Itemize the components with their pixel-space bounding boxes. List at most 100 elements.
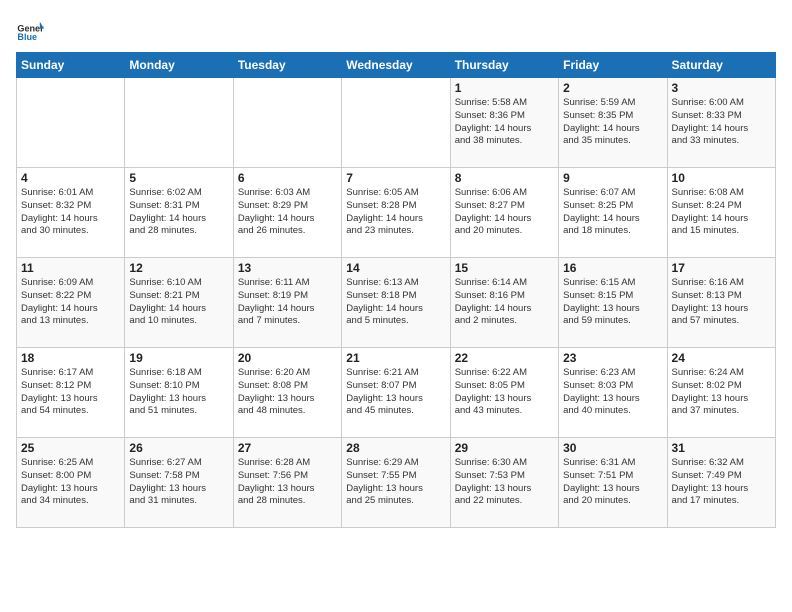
day-number: 31 [672, 441, 771, 455]
svg-text:Blue: Blue [17, 32, 37, 42]
day-info: Sunrise: 6:06 AM Sunset: 8:27 PM Dayligh… [455, 187, 554, 238]
calendar-cell: 21 Sunrise: 6:21 AM Sunset: 8:07 PM Dayli… [342, 348, 450, 438]
day-info: Sunrise: 6:32 AM Sunset: 7:49 PM Dayligh… [672, 457, 771, 508]
day-number: 21 [346, 351, 445, 365]
day-header-sunday: Sunday [17, 53, 125, 78]
day-info: Sunrise: 6:23 AM Sunset: 8:03 PM Dayligh… [563, 367, 662, 418]
day-number: 18 [21, 351, 120, 365]
day-number: 24 [672, 351, 771, 365]
day-number: 13 [238, 261, 337, 275]
calendar-cell: 28 Sunrise: 6:29 AM Sunset: 7:55 PM Dayli… [342, 438, 450, 528]
calendar-cell: 16 Sunrise: 6:15 AM Sunset: 8:15 PM Dayli… [559, 258, 667, 348]
day-number: 6 [238, 171, 337, 185]
day-number: 12 [129, 261, 228, 275]
calendar-cell: 26Sunrise: 6:27 AM Sunset: 7:58 PM Dayli… [125, 438, 233, 528]
calendar-cell: 24 Sunrise: 6:24 AM Sunset: 8:02 PM Dayli… [667, 348, 775, 438]
week-row-5: 25 Sunrise: 6:25 AM Sunset: 8:00 PM Dayli… [17, 438, 776, 528]
day-info: Sunrise: 6:05 AM Sunset: 8:28 PM Dayligh… [346, 187, 445, 238]
week-row-2: 4 Sunrise: 6:01 AM Sunset: 8:32 PM Daylig… [17, 168, 776, 258]
calendar-cell: 12 Sunrise: 6:10 AM Sunset: 8:21 PM Dayli… [125, 258, 233, 348]
calendar-cell: 6 Sunrise: 6:03 AM Sunset: 8:29 PM Daylig… [233, 168, 341, 258]
calendar-cell: 10Sunrise: 6:08 AM Sunset: 8:24 PM Dayli… [667, 168, 775, 258]
day-info: Sunrise: 6:03 AM Sunset: 8:29 PM Dayligh… [238, 187, 337, 238]
day-info: Sunrise: 6:15 AM Sunset: 8:15 PM Dayligh… [563, 277, 662, 328]
calendar-cell: 3Sunrise: 6:00 AM Sunset: 8:33 PM Daylig… [667, 78, 775, 168]
day-number: 1 [455, 81, 554, 95]
calendar-cell [342, 78, 450, 168]
day-number: 9 [563, 171, 662, 185]
day-info: Sunrise: 6:21 AM Sunset: 8:07 PM Dayligh… [346, 367, 445, 418]
calendar-cell: 25 Sunrise: 6:25 AM Sunset: 8:00 PM Dayli… [17, 438, 125, 528]
day-info: Sunrise: 6:11 AM Sunset: 8:19 PM Dayligh… [238, 277, 337, 328]
day-number: 27 [238, 441, 337, 455]
day-header-thursday: Thursday [450, 53, 558, 78]
calendar-cell: 8 Sunrise: 6:06 AM Sunset: 8:27 PM Daylig… [450, 168, 558, 258]
day-info: Sunrise: 6:25 AM Sunset: 8:00 PM Dayligh… [21, 457, 120, 508]
day-info: Sunrise: 6:14 AM Sunset: 8:16 PM Dayligh… [455, 277, 554, 328]
day-info: Sunrise: 6:30 AM Sunset: 7:53 PM Dayligh… [455, 457, 554, 508]
calendar-cell [17, 78, 125, 168]
day-info: Sunrise: 6:17 AM Sunset: 8:12 PM Dayligh… [21, 367, 120, 418]
logo-icon: General Blue [16, 16, 44, 44]
calendar-header-row: SundayMondayTuesdayWednesdayThursdayFrid… [17, 53, 776, 78]
calendar-cell [125, 78, 233, 168]
day-header-saturday: Saturday [667, 53, 775, 78]
calendar-cell: 22 Sunrise: 6:22 AM Sunset: 8:05 PM Dayli… [450, 348, 558, 438]
calendar-cell: 27 Sunrise: 6:28 AM Sunset: 7:56 PM Dayli… [233, 438, 341, 528]
day-number: 2 [563, 81, 662, 95]
day-number: 15 [455, 261, 554, 275]
day-header-monday: Monday [125, 53, 233, 78]
day-number: 16 [563, 261, 662, 275]
day-number: 10 [672, 171, 771, 185]
calendar-cell: 5 Sunrise: 6:02 AM Sunset: 8:31 PM Daylig… [125, 168, 233, 258]
calendar-cell: 15 Sunrise: 6:14 AM Sunset: 8:16 PM Dayli… [450, 258, 558, 348]
day-info: Sunrise: 6:20 AM Sunset: 8:08 PM Dayligh… [238, 367, 337, 418]
day-number: 28 [346, 441, 445, 455]
day-number: 14 [346, 261, 445, 275]
day-number: 17 [672, 261, 771, 275]
day-info: Sunrise: 6:16 AM Sunset: 8:13 PM Dayligh… [672, 277, 771, 328]
day-number: 7 [346, 171, 445, 185]
calendar-cell: 2 Sunrise: 5:59 AM Sunset: 8:35 PM Daylig… [559, 78, 667, 168]
day-number: 22 [455, 351, 554, 365]
calendar-cell: 30Sunrise: 6:31 AM Sunset: 7:51 PM Dayli… [559, 438, 667, 528]
day-number: 25 [21, 441, 120, 455]
day-info: Sunrise: 6:31 AM Sunset: 7:51 PM Dayligh… [563, 457, 662, 508]
day-info: Sunrise: 6:28 AM Sunset: 7:56 PM Dayligh… [238, 457, 337, 508]
day-number: 29 [455, 441, 554, 455]
calendar-cell: 9 Sunrise: 6:07 AM Sunset: 8:25 PM Daylig… [559, 168, 667, 258]
day-info: Sunrise: 5:58 AM Sunset: 8:36 PM Dayligh… [455, 97, 554, 148]
day-number: 20 [238, 351, 337, 365]
day-number: 19 [129, 351, 228, 365]
day-header-wednesday: Wednesday [342, 53, 450, 78]
day-number: 5 [129, 171, 228, 185]
calendar-cell: 11Sunrise: 6:09 AM Sunset: 8:22 PM Dayli… [17, 258, 125, 348]
calendar-cell: 20 Sunrise: 6:20 AM Sunset: 8:08 PM Dayli… [233, 348, 341, 438]
day-info: Sunrise: 6:10 AM Sunset: 8:21 PM Dayligh… [129, 277, 228, 328]
day-info: Sunrise: 6:22 AM Sunset: 8:05 PM Dayligh… [455, 367, 554, 418]
day-info: Sunrise: 5:59 AM Sunset: 8:35 PM Dayligh… [563, 97, 662, 148]
day-number: 8 [455, 171, 554, 185]
calendar-table: SundayMondayTuesdayWednesdayThursdayFrid… [16, 52, 776, 528]
day-info: Sunrise: 6:00 AM Sunset: 8:33 PM Dayligh… [672, 97, 771, 148]
day-info: Sunrise: 6:07 AM Sunset: 8:25 PM Dayligh… [563, 187, 662, 238]
page-header: General Blue [16, 16, 776, 44]
week-row-1: 1 Sunrise: 5:58 AM Sunset: 8:36 PM Daylig… [17, 78, 776, 168]
week-row-4: 18 Sunrise: 6:17 AM Sunset: 8:12 PM Dayli… [17, 348, 776, 438]
calendar-cell: 17 Sunrise: 6:16 AM Sunset: 8:13 PM Dayli… [667, 258, 775, 348]
day-info: Sunrise: 6:02 AM Sunset: 8:31 PM Dayligh… [129, 187, 228, 238]
day-header-tuesday: Tuesday [233, 53, 341, 78]
day-info: Sunrise: 6:13 AM Sunset: 8:18 PM Dayligh… [346, 277, 445, 328]
day-info: Sunrise: 6:18 AM Sunset: 8:10 PM Dayligh… [129, 367, 228, 418]
day-header-friday: Friday [559, 53, 667, 78]
day-info: Sunrise: 6:01 AM Sunset: 8:32 PM Dayligh… [21, 187, 120, 238]
day-info: Sunrise: 6:29 AM Sunset: 7:55 PM Dayligh… [346, 457, 445, 508]
day-number: 4 [21, 171, 120, 185]
day-info: Sunrise: 6:24 AM Sunset: 8:02 PM Dayligh… [672, 367, 771, 418]
week-row-3: 11Sunrise: 6:09 AM Sunset: 8:22 PM Dayli… [17, 258, 776, 348]
calendar-cell: 29 Sunrise: 6:30 AM Sunset: 7:53 PM Dayli… [450, 438, 558, 528]
day-info: Sunrise: 6:27 AM Sunset: 7:58 PM Dayligh… [129, 457, 228, 508]
calendar-cell: 23Sunrise: 6:23 AM Sunset: 8:03 PM Dayli… [559, 348, 667, 438]
calendar-cell: 7 Sunrise: 6:05 AM Sunset: 8:28 PM Daylig… [342, 168, 450, 258]
calendar-cell [233, 78, 341, 168]
